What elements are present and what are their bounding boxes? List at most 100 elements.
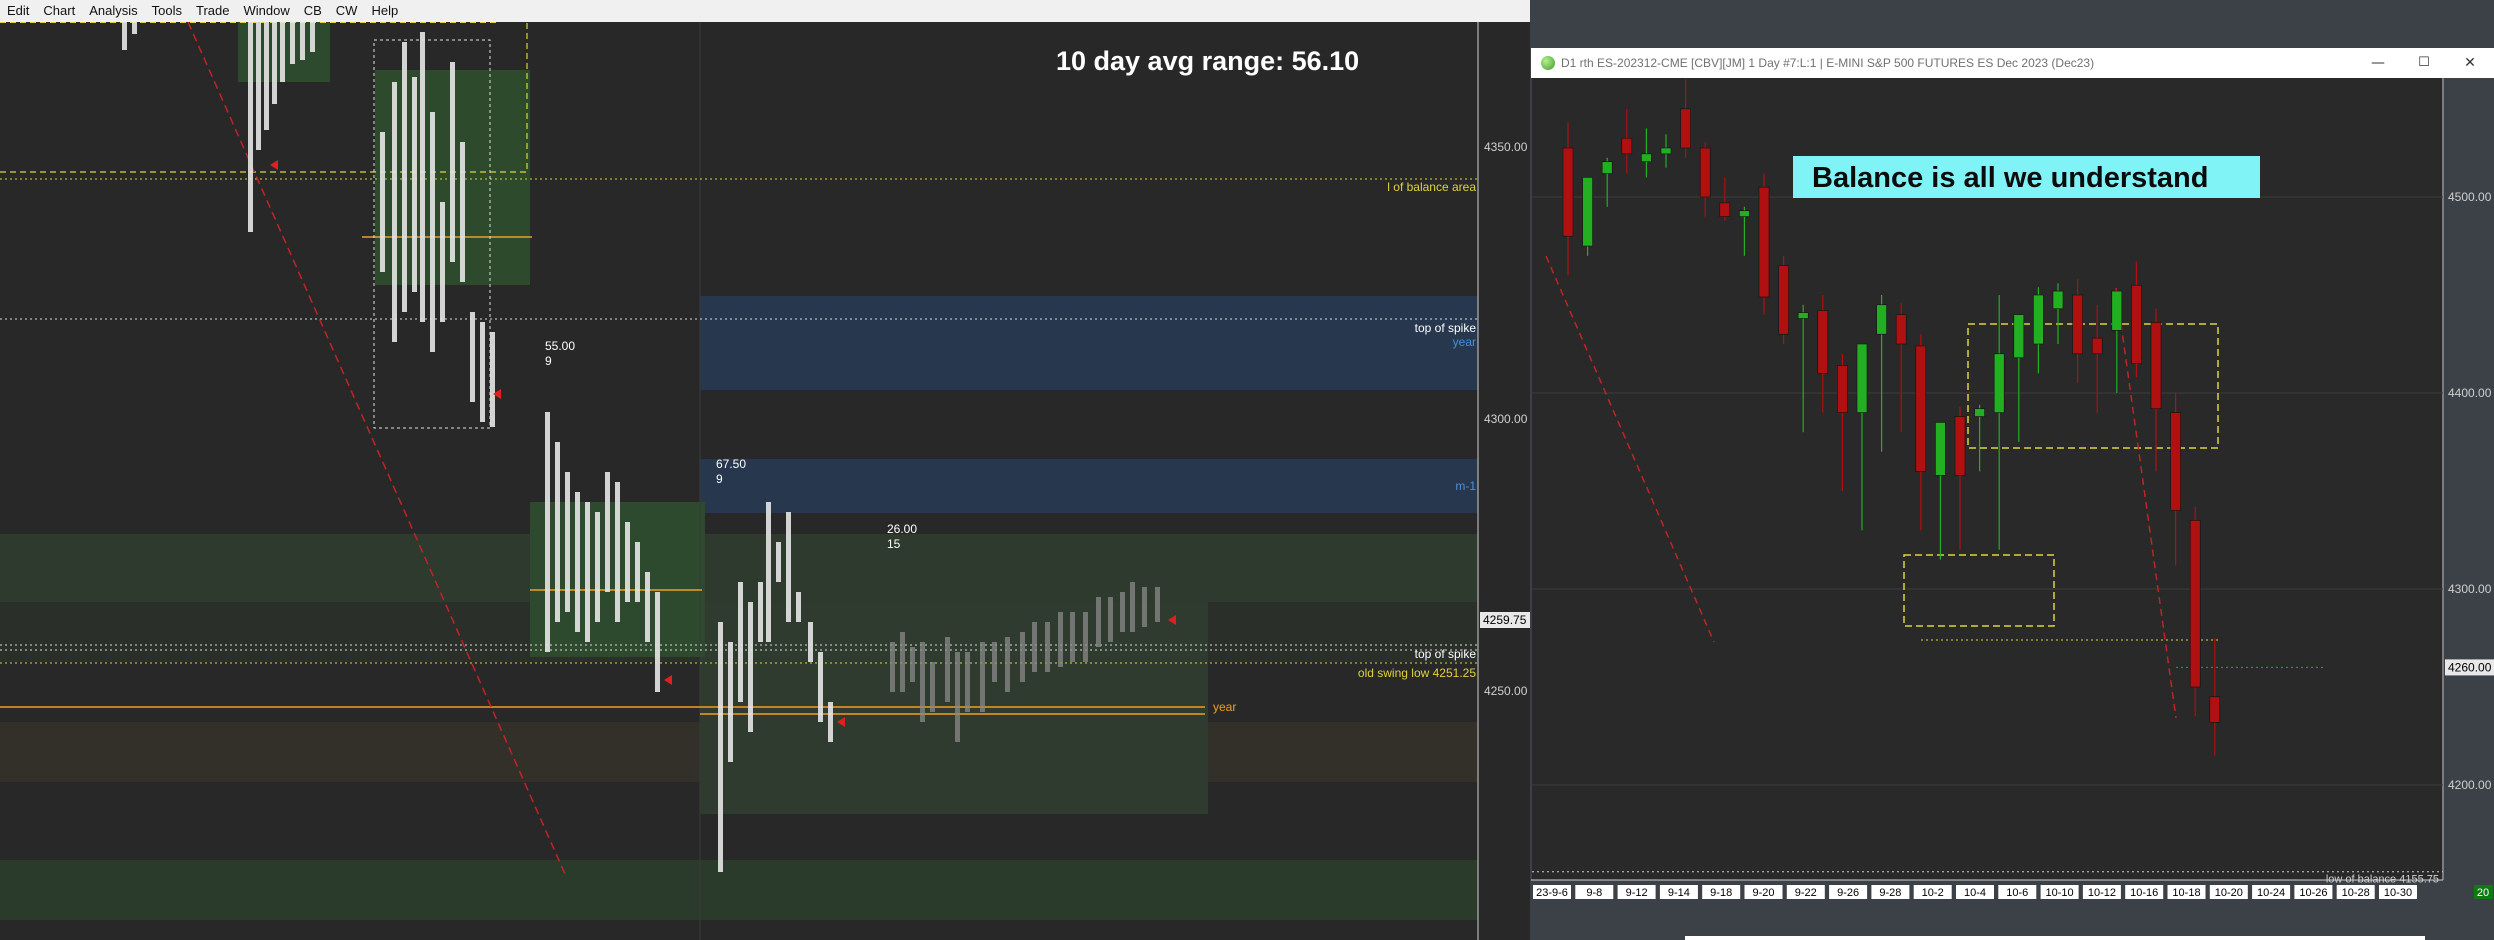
period-count-2: 15 [887,537,901,551]
menu-chart[interactable]: Chart [36,0,82,22]
tpo-column [585,502,590,642]
date-axis-label: 10-18 [2172,887,2200,899]
red-marker-2 [664,675,672,685]
candle-body [1856,343,1868,413]
blue-zone-m1 [700,459,1480,513]
date-axis-label: 10-6 [2006,887,2028,899]
tpo-column [605,472,610,592]
tpo-column [945,637,950,702]
candle-body [1954,416,1966,476]
tpo-column [818,652,823,722]
candle-body [1778,265,1789,335]
tpo-column [718,622,723,872]
avg-range-title: 10 day avg range: 56.10 [1056,46,1359,76]
candle-body [1719,202,1731,217]
menu-tools[interactable]: Tools [145,0,189,22]
tpo-column [264,22,269,130]
period-count-1: 9 [716,472,723,486]
tpo-column [965,652,970,712]
scrollbar-strip [1685,936,2425,940]
maximize-button[interactable]: ☐ [2401,48,2447,78]
left-tpo-chart[interactable]: 4350.00 4300.00 4250.00 4259.75 10 day avg r… [0,22,1530,940]
tpo-column [490,332,495,427]
tpo-column [992,642,997,682]
candle-body [1895,314,1907,345]
candle-body [1699,147,1711,198]
blue-zone-year [700,296,1480,390]
candle-body [2150,322,2162,409]
candle-body [1660,147,1672,155]
tpo-column [1032,622,1037,672]
price-axis-label: 4250.00 [1484,684,1528,698]
close-button[interactable]: ✕ [2447,48,2493,78]
candle-body [2091,337,2103,355]
daily-chart-window[interactable]: D1 rth ES-202312-CME [CBV][JM] 1 Day #7:… [1531,48,2494,940]
tpo-column [1108,597,1113,642]
tpo-column [776,542,781,582]
date-axis-label: 10-4 [1964,887,1986,899]
date-axis-label: 9-28 [1879,887,1901,899]
tpo-column [828,702,833,742]
price-axis-label: 4300.00 [1484,412,1528,426]
corner-badge: 20 [2477,887,2489,899]
menu-trade[interactable]: Trade [189,0,236,22]
tpo-column [748,602,753,732]
balance-area-label: l of balance area [1387,180,1476,194]
year-orange-label: year [1213,700,1236,714]
candle-body [2033,294,2044,345]
left-chart-canvas[interactable]: 4350.00 4300.00 4250.00 4259.75 10 day avg r… [0,22,1530,940]
red-marker-0 [270,160,278,170]
m1-label: m-1 [1455,479,1476,493]
tpo-column [1155,587,1160,622]
tpo-column [980,642,985,712]
green-zone-bottom [0,860,1530,920]
tpo-column [1005,637,1010,692]
tpo-column [300,22,305,60]
tpo-column [728,642,733,762]
candle-body [1876,304,1887,335]
menu-cb[interactable]: CB [297,0,329,22]
tpo-column [645,572,650,642]
date-axis-label: 9-26 [1837,887,1859,899]
tpo-column [1083,612,1088,662]
candle-body [2189,520,2201,688]
candle-body [1974,408,1985,417]
minimize-button[interactable]: — [2355,48,2401,78]
green-zone-3 [700,602,1208,814]
tpo-column [480,322,485,422]
menu-help[interactable]: Help [364,0,405,22]
tpo-column [890,642,895,692]
candle-body [2111,290,2123,331]
banner-text: Balance is all we understand [1812,162,2208,194]
price-axis-label: 4500.00 [2448,190,2492,204]
window-title-bar[interactable]: D1 rth ES-202312-CME [CBV][JM] 1 Day #7:… [1531,48,2494,79]
tpo-column [392,82,397,342]
date-axis-label: 10-16 [2130,887,2158,899]
daily-candlestick-chart[interactable]: 4500.00 4400.00 4300.00 4200.00 low of balan… [1531,78,2494,940]
tpo-column [412,77,417,292]
date-axis-label: 9-14 [1668,887,1690,899]
candle-body [1935,422,1946,476]
menu-analysis[interactable]: Analysis [82,0,144,22]
candle-body [2131,284,2142,364]
candle-body [2170,412,2181,511]
tpo-column [1070,612,1075,662]
tpo-column [470,312,475,402]
tpo-column [920,642,925,722]
tpo-column [248,22,253,232]
tpo-column [635,542,640,602]
menu-window[interactable]: Window [236,0,296,22]
year-blue-label: year [1453,335,1476,349]
plot-area [1532,78,2444,880]
candle-body [1817,310,1829,374]
period-range-1: 67.50 [716,457,746,471]
candle-body [1758,186,1770,298]
date-axis-label: 23-9-6 [1536,887,1568,899]
menu-edit[interactable]: Edit [0,0,36,22]
date-axis-label: 9-12 [1626,887,1648,899]
menu-cw[interactable]: CW [329,0,365,22]
candle-body [1837,365,1848,413]
tpo-column [290,22,295,64]
tpo-column [565,472,570,612]
tpo-column [615,482,620,622]
